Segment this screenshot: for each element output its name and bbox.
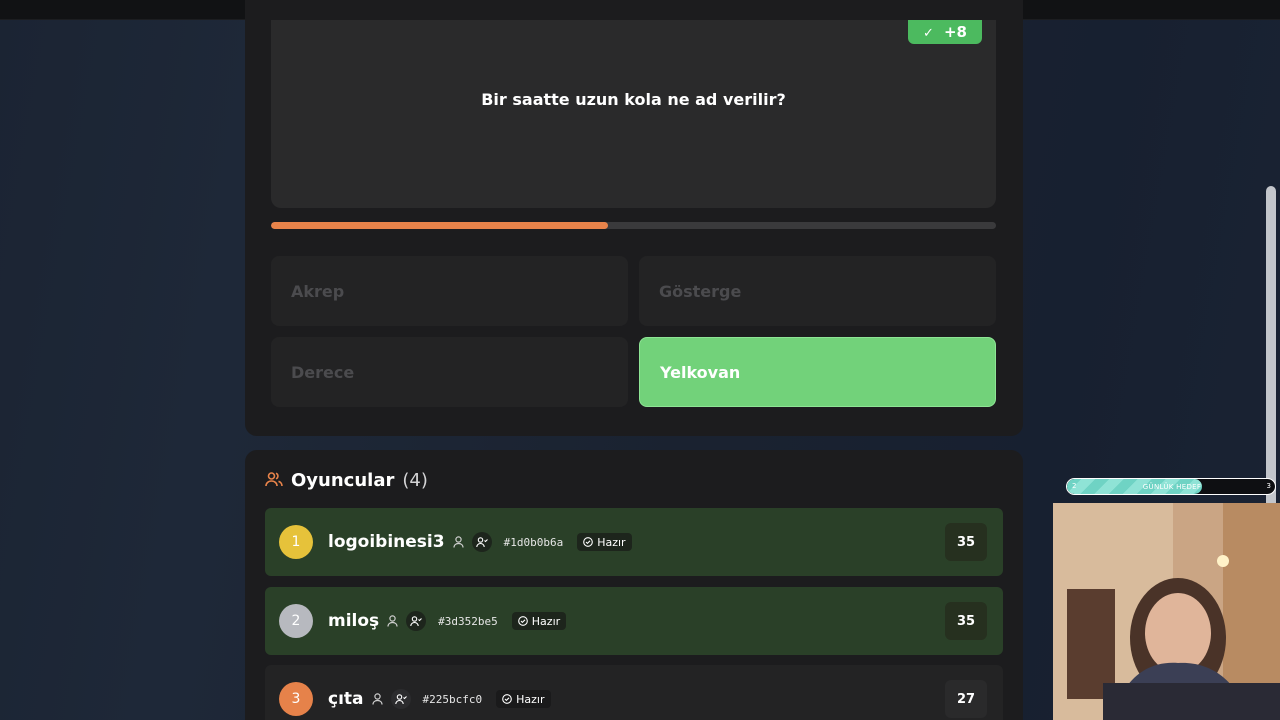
player-id: #1d0b0b6a — [503, 535, 564, 549]
ready-status-label: Hazır — [516, 692, 545, 706]
users-icon — [265, 471, 283, 491]
user-check-icon — [406, 611, 427, 631]
players-panel: Oyuncular (4) 1 logoibinesi3 #1d0b0b6a H… — [245, 450, 1023, 720]
answer-option-2[interactable]: Gösterge — [639, 256, 996, 326]
points-value: +8 — [943, 23, 967, 41]
player-score: 35 — [945, 602, 987, 640]
ready-status-label: Hazır — [597, 535, 626, 549]
players-count: (4) — [402, 470, 428, 491]
rank-badge: 1 — [279, 525, 313, 559]
points-badge: ✓ +8 — [908, 20, 982, 44]
timer-progress-bar — [271, 222, 996, 229]
answer-option-3[interactable]: Derece — [271, 337, 628, 407]
ready-status-label: Hazır — [531, 614, 561, 628]
player-name: miloş — [328, 611, 380, 631]
answer-label: Yelkovan — [660, 362, 741, 382]
answer-label: Derece — [291, 362, 355, 382]
ready-status-badge: Hazır — [496, 690, 551, 708]
player-row[interactable]: 1 logoibinesi3 #1d0b0b6a Hazır 35 — [265, 508, 1003, 576]
player-id: #3d352be5 — [438, 614, 498, 628]
webcam-feed — [1053, 503, 1280, 720]
check-icon: ✓ — [923, 26, 934, 41]
answer-option-4-correct[interactable]: Yelkovan — [639, 337, 996, 407]
player-row[interactable]: 2 miloş #3d352be5 Hazır 35 — [265, 587, 1003, 655]
question-text: Bir saatte uzun kola ne ad verilir? — [481, 90, 786, 109]
answer-option-1[interactable]: Akrep — [271, 256, 628, 326]
player-name: çıta — [328, 689, 364, 709]
player-score: 27 — [945, 680, 987, 718]
user-icon — [371, 693, 383, 705]
rank-badge: 2 — [279, 604, 313, 638]
question-card: Bir saatte uzun kola ne ad verilir? — [271, 20, 996, 208]
players-title: Oyuncular — [291, 470, 395, 491]
player-id: #225bcfc0 — [422, 692, 483, 706]
players-header: Oyuncular (4) — [265, 470, 428, 491]
user-check-icon — [390, 689, 411, 709]
answer-label: Akrep — [291, 281, 345, 301]
answer-label: Gösterge — [659, 281, 742, 301]
timer-progress-fill — [271, 222, 609, 229]
check-circle-icon — [583, 537, 594, 547]
ready-status-badge: Hazır — [511, 612, 567, 630]
player-name: logoibinesi3 — [328, 532, 445, 552]
goal-label: GÜNLÜK HEDEF — [1142, 482, 1202, 491]
player-score: 35 — [945, 523, 987, 561]
user-icon — [452, 536, 464, 548]
rank-badge: 3 — [279, 682, 313, 716]
quiz-panel: Bir saatte uzun kola ne ad verilir? ✓ +8… — [245, 0, 1023, 436]
check-circle-icon — [502, 694, 512, 704]
user-check-icon — [471, 532, 492, 552]
user-icon — [387, 615, 398, 627]
goal-max-value: 3 — [1266, 482, 1271, 490]
check-circle-icon — [517, 616, 528, 626]
player-row[interactable]: 3 çıta #225bcfc0 Hazır 27 — [265, 665, 1003, 720]
ready-status-badge: Hazır — [577, 533, 632, 551]
daily-goal-bar: 2 GÜNLÜK HEDEF 3 — [1066, 478, 1276, 495]
